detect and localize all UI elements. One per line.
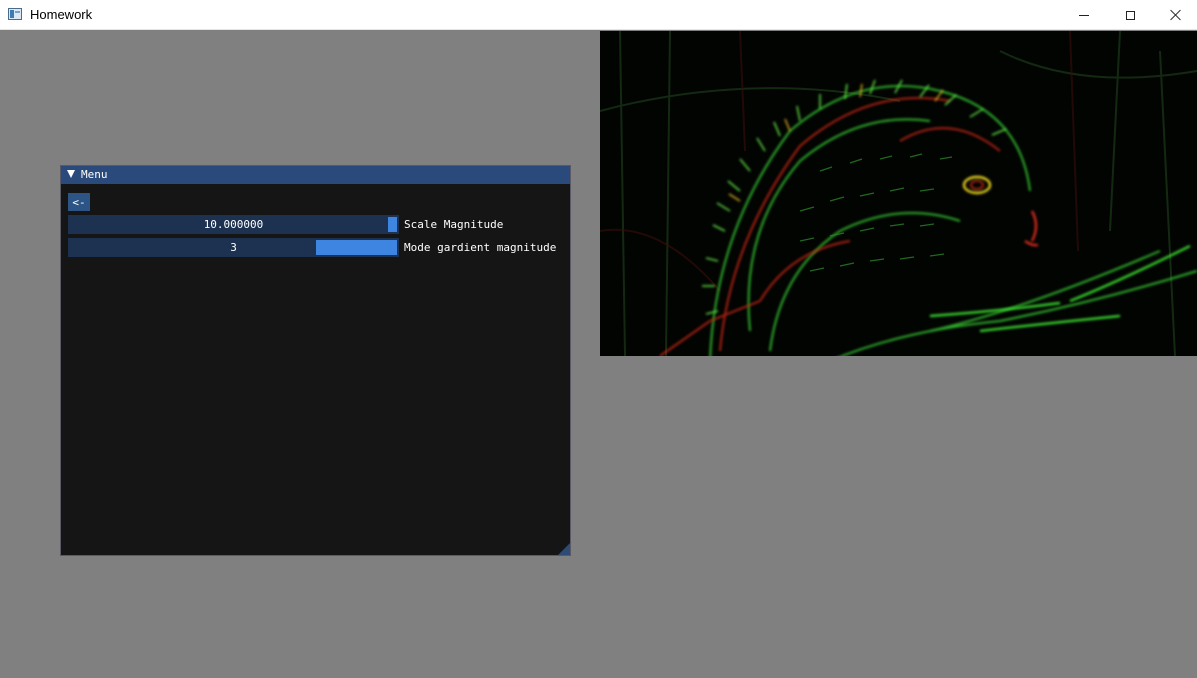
slider-value: 10.000000 bbox=[203, 218, 264, 231]
minimize-button[interactable] bbox=[1061, 0, 1107, 30]
title-bar: Homework bbox=[0, 0, 1197, 30]
menu-title: Menu bbox=[81, 168, 108, 181]
back-button[interactable]: <- bbox=[68, 193, 90, 211]
slider-label: Mode gardient magnitude bbox=[404, 241, 557, 254]
maximize-button[interactable] bbox=[1107, 0, 1153, 30]
edge-detection-image bbox=[600, 31, 1197, 356]
window-title: Homework bbox=[30, 7, 93, 22]
slider-label: Scale Magnitude bbox=[404, 218, 504, 231]
scale-magnitude-slider[interactable]: 10.000000 bbox=[68, 215, 399, 234]
close-icon bbox=[1170, 9, 1182, 21]
gradient-mode-slider[interactable]: 3 bbox=[68, 238, 399, 257]
menu-window[interactable]: Menu <- 10.000000 Scale Magnitude 3 Mode… bbox=[60, 165, 571, 556]
minimize-icon bbox=[1079, 14, 1089, 16]
maximize-icon bbox=[1125, 10, 1135, 20]
close-button[interactable] bbox=[1153, 0, 1197, 30]
app-icon bbox=[8, 8, 22, 20]
resize-grip[interactable] bbox=[558, 543, 570, 555]
collapse-arrow-icon[interactable] bbox=[67, 170, 75, 178]
slider-value: 3 bbox=[230, 241, 237, 254]
squirrel-edge-image bbox=[600, 31, 1197, 356]
menu-title-bar[interactable]: Menu bbox=[61, 166, 570, 184]
